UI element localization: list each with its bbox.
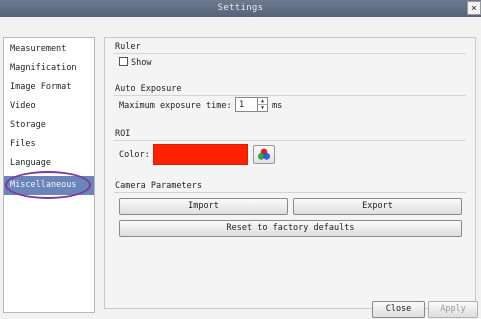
roi-color-label: Color: [119,150,150,160]
checkbox-icon[interactable] [119,57,128,66]
sidebar-item-video[interactable]: Video [4,97,94,116]
ruler-show-label: Show [131,58,152,68]
sidebar-item-storage[interactable]: Storage [4,116,94,135]
sidebar-item-language[interactable]: Language [4,154,94,173]
sidebar-item-measurement[interactable]: Measurement [4,40,94,59]
settings-window: Measurement Magnification Image Format V… [0,17,481,319]
export-button[interactable]: Export [293,198,462,215]
sidebar-item-miscellaneous[interactable]: Miscellaneous [4,176,94,195]
title-bar: Settings × [0,0,481,17]
ruler-show-checkbox[interactable]: Show [119,57,151,68]
ruler-group-divider [114,53,466,54]
sidebar-item-files[interactable]: Files [4,135,94,154]
ruler-group-title: Ruler [115,42,141,52]
import-button[interactable]: Import [119,198,288,215]
reset-defaults-button[interactable]: Reset to factory defaults [119,220,462,237]
max-exposure-spinbox[interactable]: 1 ▲ ▼ [235,97,268,112]
palette-icon [257,148,271,160]
roi-color-swatch[interactable] [153,144,248,165]
auto-exposure-group-divider [114,95,466,96]
max-exposure-unit: ms [272,101,283,111]
max-exposure-value[interactable]: 1 [239,100,244,110]
spin-down-icon[interactable]: ▼ [258,104,267,111]
sidebar-item-image-format[interactable]: Image Format [4,78,94,97]
settings-sidebar: Measurement Magnification Image Format V… [3,37,95,313]
roi-group-title: ROI [115,129,131,139]
close-icon[interactable]: × [467,1,481,15]
settings-content: Ruler Show Auto Exposure Maximum exposur… [104,37,476,309]
auto-exposure-group-title: Auto Exposure [115,84,182,94]
camera-group-divider [114,192,466,193]
window-title: Settings [217,3,264,13]
spin-arrows: ▲ ▼ [257,98,267,111]
max-exposure-label: Maximum exposure time: [119,101,232,111]
color-picker-button[interactable] [253,145,275,164]
camera-group-title: Camera Parameters [115,181,202,191]
roi-group-divider [114,140,466,141]
apply-button[interactable]: Apply [428,301,478,318]
close-button[interactable]: Close [372,301,425,318]
sidebar-item-magnification[interactable]: Magnification [4,59,94,78]
